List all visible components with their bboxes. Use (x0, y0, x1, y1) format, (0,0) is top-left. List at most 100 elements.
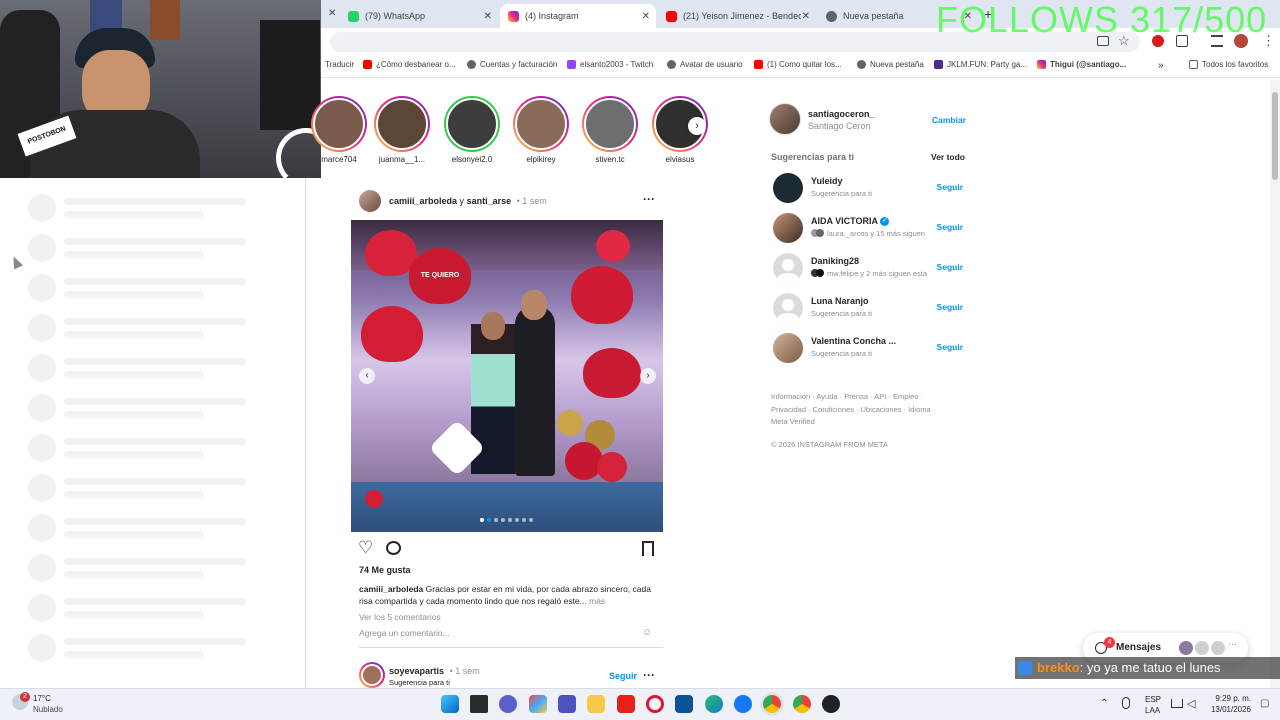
suggestion-name[interactable]: Yuleidy (811, 176, 843, 186)
stories-next-button[interactable]: › (688, 117, 706, 135)
opera-icon[interactable] (646, 695, 664, 713)
story-item[interactable]: marce704 (310, 96, 368, 164)
facebook-icon[interactable] (734, 695, 752, 713)
avatar[interactable] (773, 333, 803, 363)
story-item[interactable]: juanma__1... (373, 96, 431, 164)
suggestion-name[interactable]: Daniking28 (811, 256, 859, 266)
language-indicator[interactable]: ESP (1145, 695, 1161, 704)
weather-desc[interactable]: Nublado (33, 705, 63, 714)
bookmark-newtab[interactable]: Nueva pestaña (857, 60, 924, 69)
follow-button[interactable]: Seguir (937, 262, 963, 272)
view-comments-link[interactable]: Ver los 5 comentarios (359, 612, 441, 622)
post-author[interactable]: camiii_arboleda (389, 196, 457, 206)
close-icon[interactable]: ✕ (642, 11, 650, 22)
comment-icon[interactable] (386, 541, 401, 555)
more-options-icon[interactable]: ··· (643, 192, 655, 206)
more-bookmarks-icon[interactable]: » (1158, 60, 1164, 71)
story-item[interactable]: elsonyei2.0 (443, 96, 501, 164)
bookmark-twitch[interactable]: elsanto2003 - Twitch (567, 60, 653, 69)
bookmark-icon[interactable] (642, 541, 654, 556)
bookmark-thigui[interactable]: Thigui (@santiago... (1037, 60, 1126, 69)
suggestion-item[interactable]: Luna Naranjo Sugerencia para ti Seguir (773, 292, 963, 328)
avatar[interactable] (359, 662, 385, 688)
volume-icon[interactable]: ◁ (1187, 697, 1195, 710)
caption-author[interactable]: camiii_arboleda (359, 584, 423, 594)
suggestion-item[interactable]: Daniking28 mw.felipe y 2 más siguen esta… (773, 252, 963, 288)
notification-bell-icon[interactable]: ▢ (1260, 698, 1269, 709)
teams-icon[interactable] (558, 695, 576, 713)
obs-icon[interactable] (822, 695, 840, 713)
avatar[interactable] (769, 103, 801, 135)
bookmark-quitar[interactable]: (1) Como quitar los... (754, 60, 842, 69)
more-options-icon[interactable]: ··· (643, 668, 655, 682)
bookmark-desbanear[interactable]: ¿Cómo desbanear o... (363, 60, 456, 69)
follow-button[interactable]: Seguir (609, 671, 637, 681)
carousel-next-button[interactable]: › (640, 368, 656, 384)
avatar[interactable] (773, 253, 803, 283)
emoji-icon[interactable]: ☺ (642, 627, 652, 638)
all-bookmarks[interactable]: Todos los favoritos (1189, 60, 1268, 69)
clock-date[interactable]: 13/01/2026 (1207, 705, 1251, 714)
suggestion-item[interactable]: AIDA VICTORIA ✓ laura._arcos y 15 más si… (773, 212, 963, 248)
bookmark-avatar[interactable]: Avatar de usuario (667, 60, 743, 69)
bookmark-jklm[interactable]: JKLM.FUN: Party ga... (934, 60, 1027, 69)
messages-badge: 4 (1104, 637, 1115, 648)
footer-links[interactable]: Información · Ayuda · Prensa · API · Emp… (771, 391, 961, 429)
chevron-up-icon[interactable]: ⌃ (1100, 698, 1108, 709)
follow-button[interactable]: Seguir (937, 342, 963, 352)
carousel-prev-button[interactable]: ‹ (359, 368, 375, 384)
switch-account-button[interactable]: Cambiar (932, 115, 966, 125)
suggestion-name[interactable]: AIDA VICTORIA (811, 216, 878, 226)
chrome-profile-icon[interactable] (793, 695, 811, 713)
copilot-icon[interactable] (529, 695, 547, 713)
store-icon[interactable] (675, 695, 693, 713)
follow-button[interactable]: Seguir (937, 302, 963, 312)
avatar[interactable] (359, 190, 381, 212)
scrollbar-thumb[interactable] (1272, 92, 1278, 180)
close-icon[interactable]: ✕ (802, 11, 810, 22)
like-count[interactable]: 74 Me gusta (359, 565, 411, 575)
story-item[interactable]: elpikirey (512, 96, 570, 164)
post-author[interactable]: soyevapartis (389, 666, 444, 676)
windows-start-icon[interactable] (441, 695, 459, 713)
suggestion-name-row[interactable]: AIDA VICTORIA ✓ (811, 216, 890, 227)
wifi-icon[interactable] (1171, 699, 1183, 708)
more-link[interactable]: más (587, 596, 605, 606)
footer-line[interactable]: Información · Ayuda · Prensa · API · Emp… (771, 391, 961, 404)
tab-youtube[interactable]: (21) Yeison Jimenez - Bendecid ✕ (658, 4, 816, 28)
task-view-icon[interactable] (470, 695, 488, 713)
bookmark-cuentas[interactable]: Cuentas y facturación (467, 60, 557, 69)
story-item[interactable]: stiven.tc (581, 96, 639, 164)
footer-line[interactable]: Meta Verified (771, 416, 961, 429)
tab-whatsapp[interactable]: (79) WhatsApp ✕ (340, 4, 498, 28)
suggestion-name[interactable]: Luna Naranjo (811, 296, 869, 306)
suggestion-item[interactable]: Valentina Concha ... Sugerencia para ti … (773, 332, 963, 368)
bookmark-traducir[interactable]: Traducir (325, 60, 354, 69)
language-sub[interactable]: LAA (1145, 706, 1160, 715)
suggestion-item[interactable]: Yuleidy Sugerencia para ti Seguir (773, 172, 963, 208)
post-coauthor[interactable]: santi_arse (467, 196, 512, 206)
follow-button[interactable]: Seguir (937, 182, 963, 192)
avatar[interactable] (773, 213, 803, 243)
profile-username[interactable]: santiagoceron_ (808, 109, 875, 119)
suggestion-name[interactable]: Valentina Concha ... (811, 336, 896, 346)
see-all-link[interactable]: Ver todo (931, 152, 965, 162)
mic-icon[interactable] (1122, 697, 1130, 709)
clock-time[interactable]: 9:29 p. m. (1207, 694, 1251, 703)
chat-icon[interactable] (499, 695, 517, 713)
youtube-app-icon[interactable] (617, 695, 635, 713)
edge-icon[interactable] (705, 695, 723, 713)
comment-input[interactable]: Agrega un comentario... (359, 628, 450, 638)
chrome-icon[interactable] (763, 695, 781, 713)
post-image[interactable]: TE QUIERO (351, 220, 663, 532)
tab-instagram[interactable]: (4) Instagram ✕ (500, 4, 656, 28)
close-icon[interactable]: ✕ (328, 8, 336, 19)
file-explorer-icon[interactable] (587, 695, 605, 713)
avatar[interactable] (773, 173, 803, 203)
close-icon[interactable]: ✕ (484, 11, 492, 22)
avatar[interactable] (773, 293, 803, 323)
follow-button[interactable]: Seguir (937, 222, 963, 232)
footer-line[interactable]: Privacidad · Condiciones · Ubicaciones ·… (771, 404, 961, 417)
like-icon[interactable]: ♡ (358, 539, 373, 557)
weather-temp[interactable]: 17°C (33, 694, 51, 703)
